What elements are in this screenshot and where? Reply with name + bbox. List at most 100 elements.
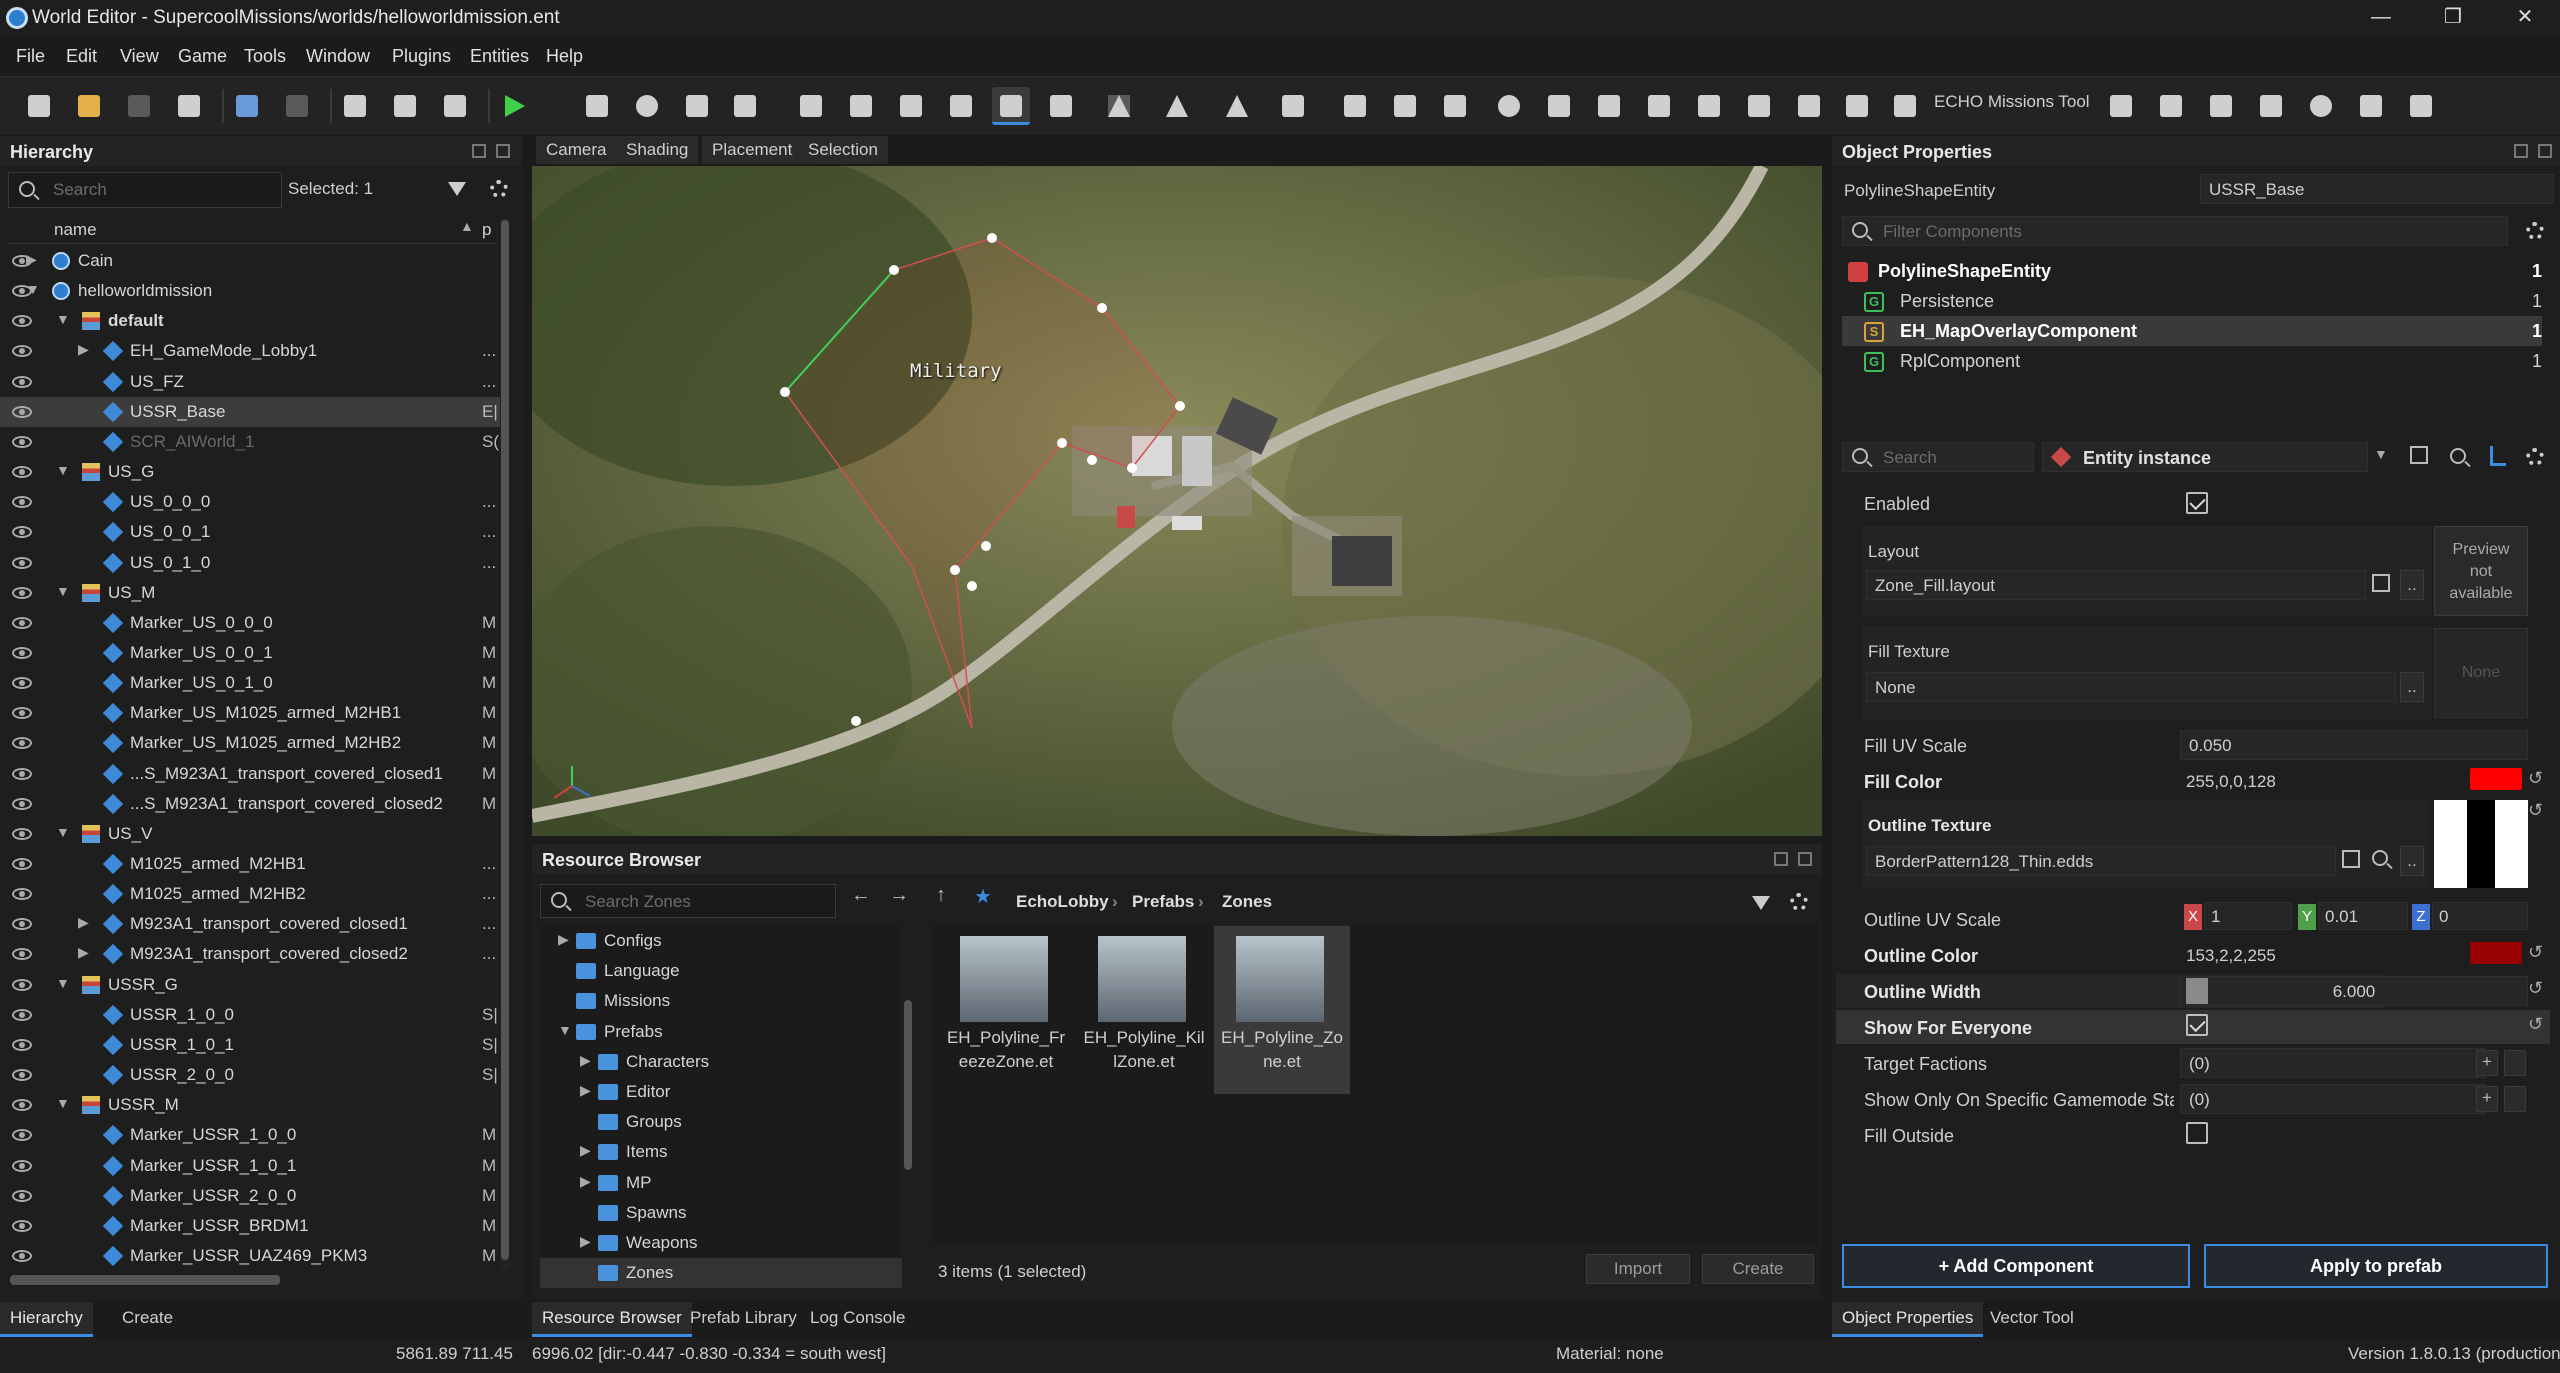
favorite-star-icon[interactable]: ★ [968, 884, 998, 916]
paint-icon[interactable] [1386, 87, 1424, 125]
tree-row[interactable]: ▼ USSR_M [0, 1090, 500, 1120]
filter-icon[interactable] [1752, 896, 1770, 910]
visibility-eye-icon[interactable] [12, 1038, 32, 1051]
tree-row[interactable]: ▶ M923A1_transport_covered_closed1... [0, 909, 500, 939]
hierarchy-hscrollbar[interactable] [10, 1275, 280, 1285]
tree-row[interactable]: ▶ Cain [0, 246, 500, 276]
reset-icon[interactable]: ↺ [2528, 978, 2543, 999]
sphere-icon[interactable] [1490, 87, 1528, 125]
close-button[interactable]: ✕ [2490, 0, 2560, 36]
road-icon[interactable] [1158, 87, 1196, 125]
file-tile[interactable]: EH_Polyline_Zone.et [1214, 926, 1350, 1094]
browse-button[interactable]: .. [2400, 570, 2424, 600]
visibility-eye-icon[interactable] [12, 737, 32, 750]
tree-row[interactable]: ▼ helloworldmission [0, 276, 500, 306]
map-icon[interactable] [1790, 87, 1828, 125]
visibility-eye-icon[interactable] [12, 1159, 32, 1172]
tree-row[interactable]: ▼ US_V [0, 819, 500, 849]
crumb-zones[interactable]: Zones [1222, 892, 1272, 912]
hangar-icon[interactable] [1690, 87, 1728, 125]
chevron-down-icon[interactable]: ▼ [56, 583, 70, 599]
spline-icon[interactable] [1436, 87, 1474, 125]
browse-button[interactable]: .. [2400, 846, 2424, 876]
echo-missions-tool-button[interactable]: ECHO Missions Tool [1934, 92, 2090, 112]
layers-icon[interactable] [678, 87, 716, 125]
menu-help[interactable]: Help [546, 46, 583, 67]
tree-row[interactable]: USSR_Base E| [0, 396, 500, 427]
minimize-button[interactable]: — [2346, 0, 2416, 36]
hierarchy-scrollbar[interactable] [500, 220, 510, 1270]
outline-texture-input[interactable]: BorderPattern128_Thin.edds [1866, 846, 2336, 876]
tree-row[interactable]: ▼ US_M [0, 578, 500, 608]
tab-object-properties[interactable]: Object Properties [1832, 1302, 1984, 1337]
transform-icon[interactable] [726, 87, 764, 125]
reset-icon[interactable]: ↺ [2528, 768, 2543, 789]
save-icon[interactable] [120, 87, 158, 125]
visibility-eye-icon[interactable] [12, 1219, 32, 1232]
copy-icon[interactable] [336, 87, 374, 125]
tree-row[interactable]: ▼ USSR_G [0, 970, 500, 1000]
paste-icon[interactable] [386, 87, 424, 125]
target-factions-array[interactable]: (0) [2180, 1048, 2486, 1078]
tab-create[interactable]: Create [112, 1302, 183, 1334]
add-item-button[interactable]: + [2476, 1086, 2498, 1112]
tab-prefab-library[interactable]: Prefab Library [680, 1302, 807, 1334]
tree-row[interactable]: Marker_USSR_2_0_0 M [0, 1181, 500, 1211]
outline-uv-y-input[interactable]: 0.01 [2318, 902, 2408, 930]
chevron-down-icon[interactable]: ▼ [26, 281, 40, 297]
slider-handle[interactable] [2186, 978, 2208, 1004]
visibility-eye-icon[interactable] [12, 1099, 32, 1112]
chevron-right-icon[interactable]: ▶ [26, 251, 37, 268]
maximize-button[interactable]: ❐ [2418, 0, 2488, 36]
layout-input[interactable]: Zone_Fill.layout [1866, 570, 2366, 600]
visibility-eye-icon[interactable] [12, 466, 32, 479]
undock-icon[interactable] [472, 144, 486, 158]
globe-icon[interactable] [2302, 87, 2340, 125]
scale-icon[interactable] [942, 87, 980, 125]
undo-icon[interactable] [228, 87, 266, 125]
tab-camera[interactable]: Camera [536, 136, 617, 164]
show-for-everyone-checkbox[interactable] [2186, 1014, 2208, 1036]
path-icon[interactable] [1218, 87, 1256, 125]
tree-row[interactable]: ▼ default [0, 306, 500, 336]
visibility-eye-icon[interactable] [12, 1129, 32, 1142]
gear-icon[interactable] [2526, 448, 2544, 466]
visibility-eye-icon[interactable] [12, 526, 32, 539]
entity-cube-icon[interactable] [578, 87, 616, 125]
outline-uv-x-input[interactable]: 1 [2204, 902, 2292, 930]
rotate-icon[interactable] [892, 87, 930, 125]
chevron-right-icon[interactable]: ▶ [78, 914, 89, 931]
frame-icon[interactable] [1838, 87, 1876, 125]
reset-icon[interactable]: ↺ [2528, 800, 2543, 821]
chevron-down-icon[interactable]: ▼ [56, 462, 70, 478]
settings-cogs-icon[interactable] [1740, 87, 1778, 125]
tree-row[interactable]: M1025_armed_M2HB1... [0, 849, 500, 879]
tree-row[interactable]: Marker_USSR_UAZ469_PKM3 M [0, 1241, 500, 1268]
tree-row[interactable]: M1025_armed_M2HB2... [0, 879, 500, 909]
box-icon[interactable] [1590, 87, 1628, 125]
tab-selection[interactable]: Selection [798, 136, 888, 164]
tree-row[interactable]: SCR_AIWorld_1 S( [0, 427, 500, 457]
entity-instance-select[interactable]: Entity instance [2042, 442, 2368, 472]
tab-resource-browser[interactable]: Resource Browser [532, 1302, 692, 1337]
panel-close-icon[interactable] [496, 144, 510, 158]
3d-viewport[interactable]: Military [532, 166, 1822, 836]
outline-uv-z-input[interactable]: 0 [2432, 902, 2528, 930]
undock-icon[interactable] [1774, 852, 1788, 866]
select-rect-icon[interactable] [1042, 87, 1080, 125]
enabled-checkbox[interactable] [2186, 492, 2208, 514]
folder-item[interactable]: ▶ Weapons [540, 1228, 902, 1258]
chevron-right-icon[interactable]: ▶ [78, 944, 89, 961]
chevron-right-icon[interactable]: ▶ [580, 1142, 591, 1159]
sort-arrow-icon[interactable]: ▲ [460, 218, 474, 234]
open-external-icon[interactable] [2342, 850, 2360, 868]
tab-shading[interactable]: Shading [616, 136, 699, 164]
tree-row[interactable]: Marker_US_0_0_0 M [0, 608, 500, 638]
file-tile[interactable]: EH_Polyline_FreezeZone.et [938, 926, 1074, 1094]
hierarchy-tree-icon[interactable] [2490, 446, 2506, 466]
visibility-eye-icon[interactable] [12, 375, 32, 388]
chevron-down-icon[interactable]: ▼ [56, 824, 70, 840]
menu-view[interactable]: View [120, 46, 159, 67]
visibility-eye-icon[interactable] [12, 1189, 32, 1202]
polyline-tool-icon[interactable] [992, 87, 1030, 125]
